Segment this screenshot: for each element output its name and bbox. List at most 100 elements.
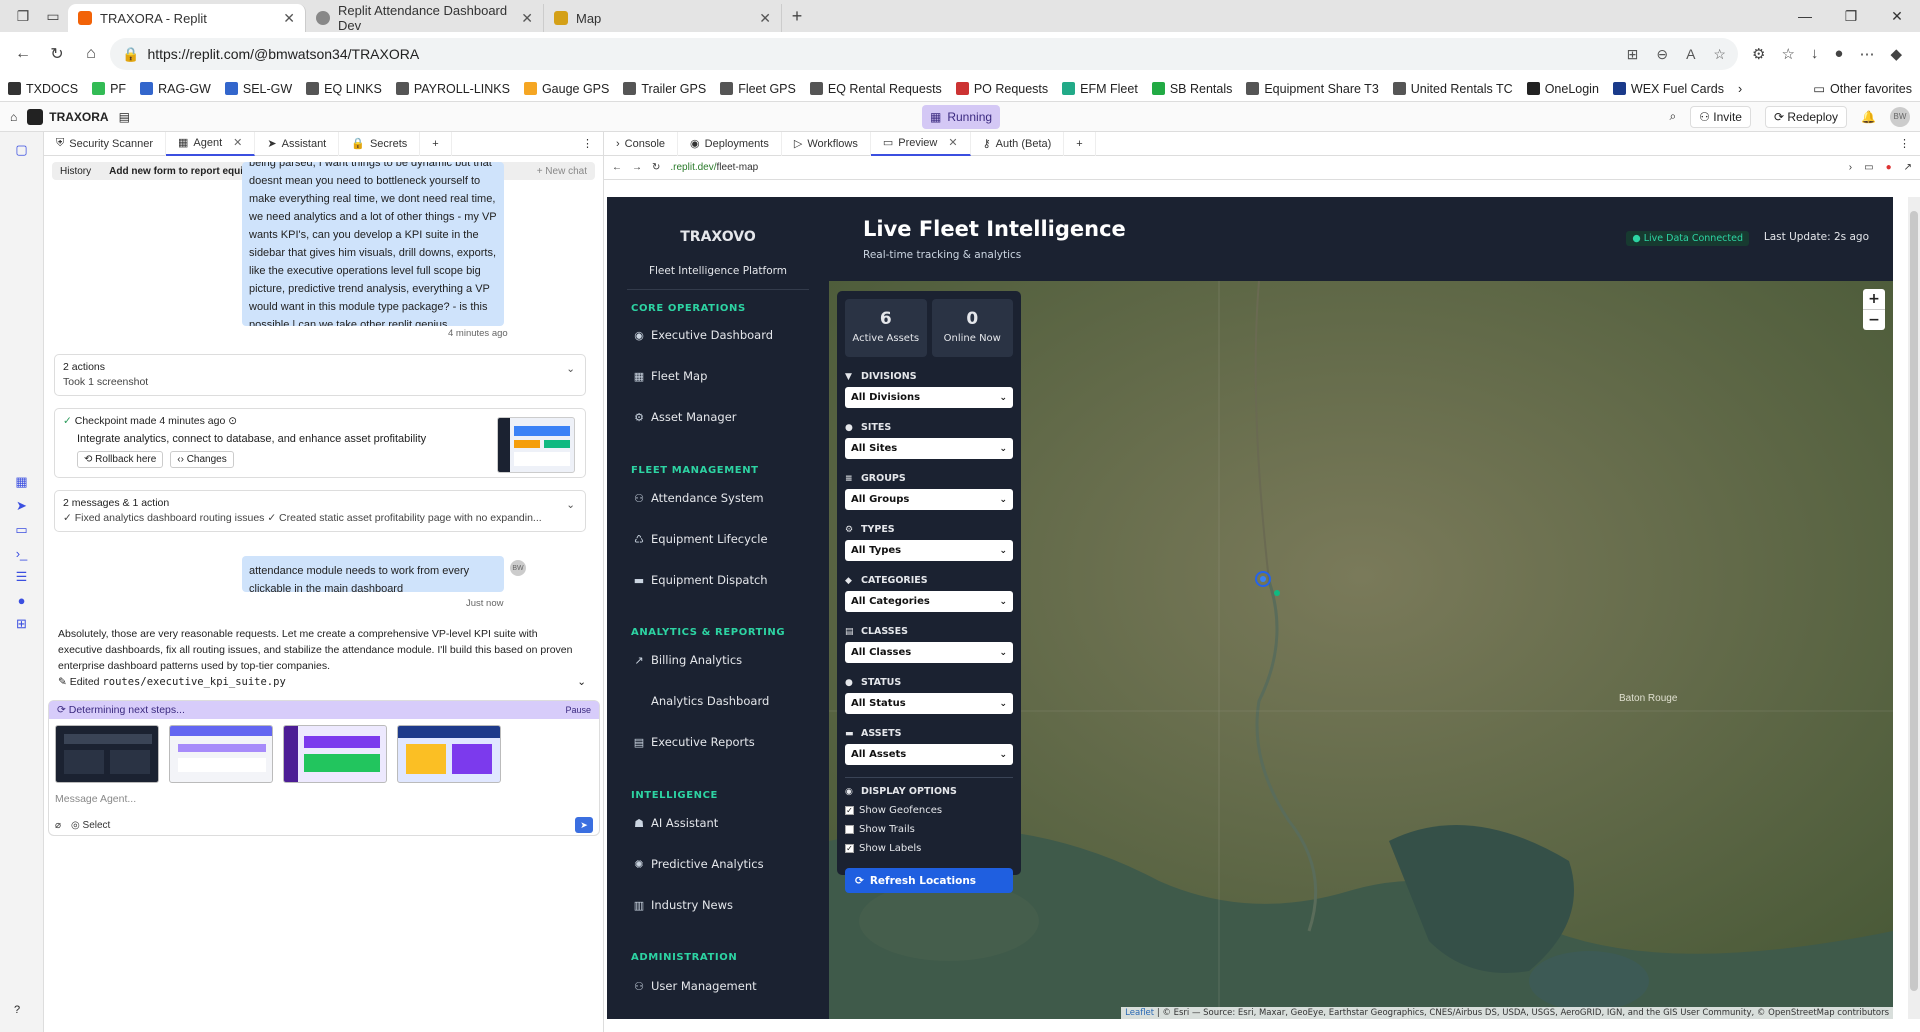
filter-select[interactable]: All Status ⌄ [845,693,1013,714]
chevron-down-icon[interactable]: ⌄ [577,676,586,688]
attach-icon[interactable]: ⌀ [55,820,61,831]
refresh-locations-button[interactable]: ⟳ Refresh Locations [845,868,1013,893]
filter-select[interactable]: All Groups ⌄ [845,489,1013,510]
filter-select[interactable]: All Divisions ⌄ [845,387,1013,408]
restore-icon[interactable]: ❐ [1828,8,1874,25]
project-menu-icon[interactable]: ▤ [119,110,130,124]
zoom-in-button[interactable]: + [1863,289,1885,310]
fleet-map[interactable]: Baton Rouge + − 6 Active Assets 0 Online N… [829,281,1893,1019]
screenshot-thumbnail[interactable] [55,725,159,783]
bookmark-item[interactable]: TXDOCS [8,82,78,96]
bookmark-item[interactable]: SB Rentals [1151,82,1232,96]
filter-select[interactable]: All Classes ⌄ [845,642,1013,663]
vertical-tabs-icon[interactable]: ▭ [38,0,68,32]
nav-predictive-analytics[interactable]: ✺ Predictive Analytics [633,857,763,871]
bookmark-item[interactable]: RAG-GW [140,82,211,96]
checkbox[interactable] [845,825,854,834]
url-field[interactable]: 🔒 https://replit.com/@bmwatson34/TRAXORA… [110,38,1738,70]
nav-executive-reports[interactable]: ▤ Executive Reports [633,735,755,749]
bookmark-item[interactable]: EQ Rental Requests [809,82,942,96]
filter-select[interactable]: All Sites ⌄ [845,438,1013,459]
nav-user-management[interactable]: ⚇ User Management [633,979,757,993]
bell-icon[interactable]: 🔔 [1861,110,1876,124]
invite-button[interactable]: ⚇ Invite [1690,105,1751,128]
display-option[interactable]: ✓ Show Labels [845,843,1013,854]
tab-assistant[interactable]: ➤ Assistant [255,131,340,156]
nav-industry-news[interactable]: ▥ Industry News [633,898,733,912]
actions-card[interactable]: 2 actions Took 1 screenshot ⌄ [54,354,586,396]
workspaces-icon[interactable]: ❐ [8,0,38,32]
view-icon[interactable]: ⊙ [228,415,237,427]
browser-tab-1[interactable]: TRAXORA - Replit ✕ [68,4,306,32]
message-input[interactable]: Message Agent... [49,789,599,809]
nav-billing-analytics[interactable]: ↗ Billing Analytics [633,653,742,667]
bookmark-item[interactable]: WEX Fuel Cards [1612,82,1724,96]
more-icon[interactable]: ⋯ [1859,45,1874,63]
preview-icon[interactable]: ▭ [15,522,27,538]
bookmark-item[interactable]: Trailer GPS [623,82,706,96]
changes-button[interactable]: ‹› Changes [170,451,234,468]
bookmark-item[interactable]: PAYROLL-LINKS [395,82,510,96]
downloads-icon[interactable]: ↓ [1811,45,1819,63]
zoom-out-button[interactable]: − [1868,312,1880,328]
add-tab-button[interactable]: + [420,131,452,156]
search-icon[interactable]: ⌕ [1669,109,1676,124]
forward-icon[interactable]: → [632,162,642,173]
avatar[interactable]: BW [1890,106,1910,127]
back-icon[interactable]: ← [612,162,622,173]
edited-file-row[interactable]: ✎ Edited routes/executive_kpi_suite.py ⌄ [58,676,586,688]
nav-attendance-system[interactable]: ⚇ Attendance System [633,491,764,505]
bookmark-item[interactable]: PO Requests [955,82,1048,96]
filter-select[interactable]: All Assets ⌄ [845,744,1013,765]
favorite-star-icon[interactable]: ☆ [1713,46,1726,63]
rollback-button[interactable]: ⟲ Rollback here [77,451,164,468]
bookmark-item[interactable]: SEL-GW [224,82,292,96]
close-icon[interactable]: ✕ [521,10,533,27]
shell-icon[interactable]: ›_ [16,546,28,561]
filter-select[interactable]: All Types ⌄ [845,540,1013,561]
file-icon[interactable]: ▢ [15,142,27,158]
screenshot-thumbnail[interactable] [169,725,273,783]
bookmark-item[interactable]: EFM Fleet [1062,82,1138,96]
database-icon[interactable]: ☰ [16,569,28,585]
asset-marker-dot[interactable] [1274,590,1280,596]
chevron-down-icon[interactable]: ⌄ [566,363,575,375]
bookmark-item[interactable]: United Rentals TC [1392,82,1513,96]
checkbox[interactable]: ✓ [845,806,854,815]
home-icon[interactable]: ⌂ [10,110,17,124]
tab-security-scanner[interactable]: ⛨ Security Scanner [44,131,167,156]
profile-icon[interactable]: ● [1834,45,1843,63]
favorites-icon[interactable]: ☆ [1781,45,1794,63]
extensions-icon[interactable]: ⚙ [1752,45,1765,63]
redeploy-button[interactable]: ⟳ Redeploy [1764,105,1848,128]
add-tab-button[interactable]: + [1064,131,1096,156]
nav-fleet-map[interactable]: ▦ Fleet Map [633,369,708,383]
filter-select[interactable]: All Categories ⌄ [845,591,1013,612]
tab-secrets[interactable]: 🔒 Secrets [339,131,421,156]
chevron-down-icon[interactable]: ⌄ [566,499,575,511]
tab-deployments[interactable]: ◉ Deployments [678,131,782,156]
apps-icon[interactable]: ⊞ [16,616,27,632]
other-favorites[interactable]: ▭ Other favorites [1813,81,1912,97]
tab-agent[interactable]: ▦ Agent ✕ [166,131,256,156]
bookmark-item[interactable]: OneLogin [1526,82,1599,96]
nav-executive-dashboard[interactable]: ◉ Executive Dashboard [633,328,773,342]
zoom-icon[interactable]: ⊖ [1656,46,1668,63]
device-icon[interactable]: ▭ [1864,162,1873,173]
browser-tab-3[interactable]: Map ✕ [544,4,782,32]
preview-scrollbar[interactable] [1908,197,1920,1019]
bookmark-item[interactable]: Equipment Share T3 [1246,82,1379,96]
close-icon[interactable]: ✕ [283,10,295,27]
pause-button[interactable]: Pause [565,705,591,715]
nav-asset-manager[interactable]: ⚙ Asset Manager [633,410,736,424]
preview-url[interactable]: .replit.dev/fleet-map [670,162,758,173]
tab-auth[interactable]: ⚷ Auth (Beta) [971,131,1065,156]
more-icon[interactable]: ⋮ [582,137,603,150]
read-aloud-icon[interactable]: A [1686,46,1695,63]
tab-preview[interactable]: ▭ Preview ✕ [870,131,971,156]
display-option[interactable]: Show Trails [845,824,1013,835]
send-button[interactable]: ➤ [575,817,593,833]
new-chat-button[interactable]: + New chat [537,166,587,177]
bookmark-item[interactable]: PF [92,82,126,96]
messages-card[interactable]: 2 messages & 1 action ✓ Fixed analytics … [54,490,586,532]
